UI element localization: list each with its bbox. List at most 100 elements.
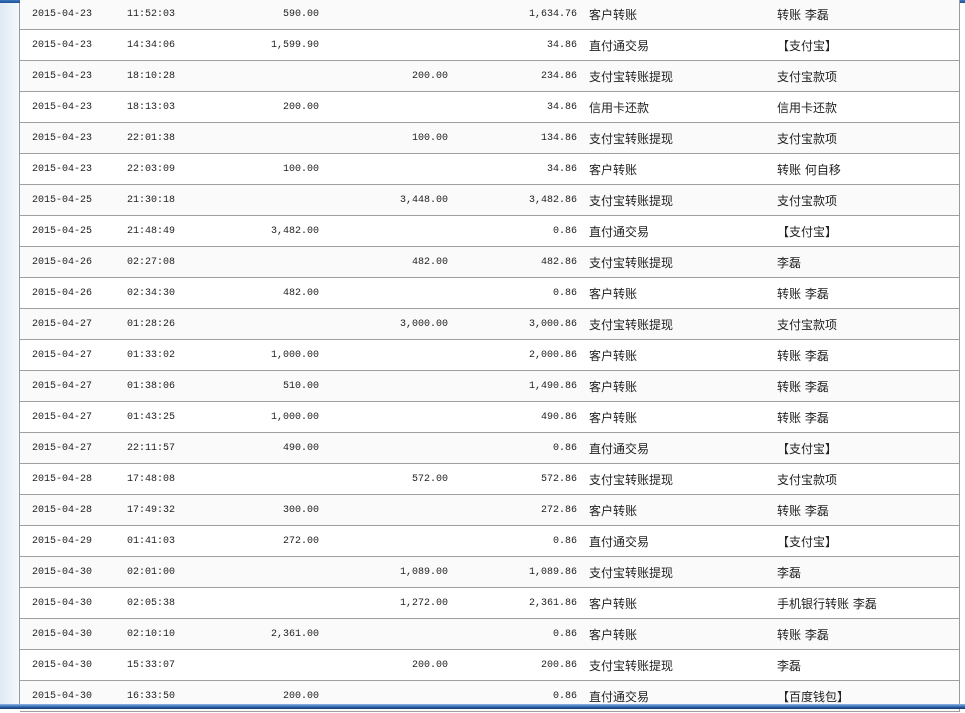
transaction-type-cell: 支付宝转账提现 — [589, 318, 674, 332]
transaction-type-cell: 支付宝转账提现 — [589, 256, 674, 270]
note-cell: 手机银行转账 李磊 — [777, 597, 877, 611]
table-row[interactable]: 2015-04-30 15:33:07 200.00 200.86 支付宝转账提现 李磊 — [20, 650, 959, 681]
table-row[interactable]: 2015-04-30 02:05:38 1,272.00 2,361.86 客户转账 手机… — [20, 588, 959, 619]
time-cell: 01:43:25 — [127, 412, 176, 423]
table-row[interactable]: 2015-04-27 01:43:25 1,000.00 490.86 客户转账 转账 李… — [20, 402, 959, 433]
table-row[interactable]: 2015-04-23 11:52:03 590.00 1,634.76 客户转账 转账 李… — [20, 0, 959, 30]
note-cell: 【支付宝】 — [777, 535, 838, 549]
table-row[interactable]: 2015-04-28 17:49:32 300.00 272.86 客户转账 转账 李磊 — [20, 495, 959, 526]
note-cell: 支付宝款项 — [777, 70, 838, 84]
table-row[interactable]: 2015-04-23 14:34:06 1,599.90 34.86 直付通交易 【支付宝… — [20, 30, 959, 61]
debit-amount-cell: 1,599.90 — [270, 40, 319, 51]
table-row[interactable]: 2015-04-30 02:10:10 2,361.00 0.86 客户转账 转账 李磊 — [20, 619, 959, 650]
balance-cell: 134.86 — [540, 133, 577, 144]
time-cell: 17:48:08 — [127, 474, 176, 485]
table-row[interactable]: 2015-04-29 01:41:03 272.00 0.86 直付通交易 【支付宝】 — [20, 526, 959, 557]
note-cell: 转账 李磊 — [777, 287, 829, 301]
note-cell: 支付宝款项 — [777, 194, 838, 208]
date-cell: 2015-04-23 — [32, 71, 93, 82]
balance-cell: 482.86 — [540, 257, 577, 268]
time-cell: 22:11:57 — [127, 443, 176, 454]
date-cell: 2015-04-23 — [32, 133, 93, 144]
debit-amount-cell: 1,000.00 — [270, 412, 319, 423]
credit-amount-cell: 3,448.00 — [399, 195, 448, 206]
time-cell: 14:34:06 — [127, 40, 176, 51]
time-cell: 01:38:06 — [127, 381, 176, 392]
credit-amount-cell: 1,089.00 — [399, 567, 448, 578]
table-row[interactable]: 2015-04-27 01:38:06 510.00 1,490.86 客户转账 转账 李… — [20, 371, 959, 402]
table-row[interactable]: 2015-04-23 18:13:03 200.00 34.86 信用卡还款 信用卡还款 — [20, 92, 959, 123]
date-cell: 2015-04-28 — [32, 474, 93, 485]
time-cell: 22:03:09 — [127, 164, 176, 175]
note-cell: 信用卡还款 — [777, 101, 838, 115]
debit-amount-cell: 590.00 — [282, 9, 319, 20]
note-cell: 转账 何自移 — [777, 163, 841, 177]
table-row[interactable]: 2015-04-27 22:11:57 490.00 0.86 直付通交易 【支付宝】 — [20, 433, 959, 464]
note-cell: 李磊 — [777, 566, 802, 580]
date-cell: 2015-04-25 — [32, 226, 93, 237]
table-row[interactable]: 2015-04-25 21:30:18 3,448.00 3,482.86 支付宝转账提… — [20, 185, 959, 216]
time-cell: 21:48:49 — [127, 226, 176, 237]
transaction-type-cell: 客户转账 — [589, 411, 638, 425]
balance-cell: 3,000.86 — [528, 319, 577, 330]
debit-amount-cell: 490.00 — [282, 443, 319, 454]
taskbar — [0, 704, 965, 709]
table-row[interactable]: 2015-04-25 21:48:49 3,482.00 0.86 直付通交易 【支付宝】 — [20, 216, 959, 247]
left-panel-strip — [0, 3, 20, 704]
transaction-type-cell: 客户转账 — [589, 287, 638, 301]
table-row[interactable]: 2015-04-26 02:34:30 482.00 0.86 客户转账 转账 李磊 — [20, 278, 959, 309]
date-cell: 2015-04-23 — [32, 9, 93, 20]
time-cell: 17:49:32 — [127, 505, 176, 516]
transaction-type-cell: 客户转账 — [589, 504, 638, 518]
note-cell: 转账 李磊 — [777, 8, 829, 22]
note-cell: 支付宝款项 — [777, 318, 838, 332]
note-cell: 【支付宝】 — [777, 39, 838, 53]
balance-cell: 1,634.76 — [528, 9, 577, 20]
transaction-type-cell: 直付通交易 — [589, 442, 650, 456]
debit-amount-cell: 300.00 — [282, 505, 319, 516]
transaction-type-cell: 直付通交易 — [589, 535, 650, 549]
transaction-type-cell: 支付宝转账提现 — [589, 659, 674, 673]
table-row[interactable]: 2015-04-26 02:27:08 482.00 482.86 支付宝转账提现 李磊 — [20, 247, 959, 278]
transaction-type-cell: 信用卡还款 — [589, 101, 650, 115]
balance-cell: 572.86 — [540, 474, 577, 485]
note-cell: 转账 李磊 — [777, 411, 829, 425]
balance-cell: 234.86 — [540, 71, 577, 82]
table-row[interactable]: 2015-04-27 01:33:02 1,000.00 2,000.86 客户转账 转账… — [20, 340, 959, 371]
credit-amount-cell: 200.00 — [411, 71, 448, 82]
balance-cell: 0.86 — [552, 288, 577, 299]
date-cell: 2015-04-28 — [32, 505, 93, 516]
date-cell: 2015-04-27 — [32, 381, 93, 392]
note-cell: 李磊 — [777, 659, 802, 673]
balance-cell: 0.86 — [552, 536, 577, 547]
date-cell: 2015-04-23 — [32, 40, 93, 51]
credit-amount-cell: 200.00 — [411, 660, 448, 671]
balance-cell: 0.86 — [552, 226, 577, 237]
table-row[interactable]: 2015-04-27 01:28:26 3,000.00 3,000.86 支付宝转账提… — [20, 309, 959, 340]
table-row[interactable]: 2015-04-28 17:48:08 572.00 572.86 支付宝转账提现 支付宝… — [20, 464, 959, 495]
date-cell: 2015-04-26 — [32, 257, 93, 268]
time-cell: 02:27:08 — [127, 257, 176, 268]
transaction-type-cell: 支付宝转账提现 — [589, 473, 674, 487]
time-cell: 01:41:03 — [127, 536, 176, 547]
date-cell: 2015-04-30 — [32, 660, 93, 671]
debit-amount-cell: 100.00 — [282, 164, 319, 175]
date-cell: 2015-04-27 — [32, 443, 93, 454]
credit-amount-cell: 1,272.00 — [399, 598, 448, 609]
credit-amount-cell: 482.00 — [411, 257, 448, 268]
time-cell: 21:30:18 — [127, 195, 176, 206]
table-row[interactable]: 2015-04-30 02:01:00 1,089.00 1,089.86 支付宝转账提… — [20, 557, 959, 588]
table-row[interactable]: 2015-04-23 22:01:38 100.00 134.86 支付宝转账提现 支付宝… — [20, 123, 959, 154]
date-cell: 2015-04-27 — [32, 412, 93, 423]
time-cell: 22:01:38 — [127, 133, 176, 144]
balance-cell: 0.86 — [552, 443, 577, 454]
balance-cell: 2,000.86 — [528, 350, 577, 361]
debit-amount-cell: 200.00 — [282, 102, 319, 113]
table-row[interactable]: 2015-04-23 22:03:09 100.00 34.86 客户转账 转账 何自移 — [20, 154, 959, 185]
time-cell: 02:05:38 — [127, 598, 176, 609]
transaction-type-cell: 客户转账 — [589, 8, 638, 22]
time-cell: 11:52:03 — [127, 9, 176, 20]
note-cell: 【支付宝】 — [777, 442, 838, 456]
table-row[interactable]: 2015-04-23 18:10:28 200.00 234.86 支付宝转账提现 支付宝… — [20, 61, 959, 92]
transaction-type-cell: 支付宝转账提现 — [589, 194, 674, 208]
